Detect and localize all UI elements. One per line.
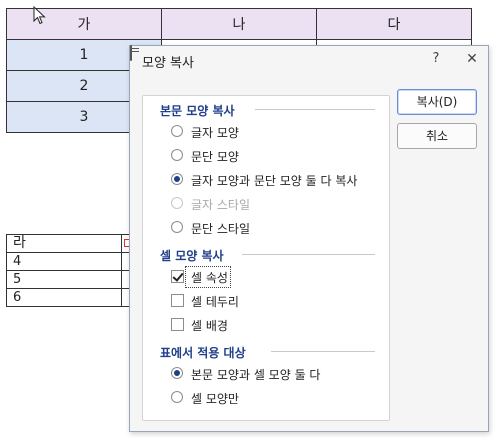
- table-header-cell[interactable]: 라: [6, 234, 122, 253]
- option-label: 문단 스타일: [191, 222, 251, 236]
- option-label: 글자 모양: [191, 126, 239, 140]
- radio-button[interactable]: [171, 221, 183, 233]
- radio-button-disabled: [171, 197, 183, 209]
- table-cell[interactable]: 5: [6, 270, 122, 289]
- checkbox[interactable]: [171, 294, 184, 307]
- radio-button[interactable]: [171, 125, 183, 137]
- section-title-body-copy: 본문 모양 복사: [160, 104, 235, 118]
- option-label: 문단 모양: [191, 150, 239, 164]
- checkbox[interactable]: [171, 318, 184, 331]
- option-label: 본문 모양과 셀 모양 둘 다: [191, 368, 321, 382]
- memo-icon[interactable]: [130, 45, 132, 61]
- section-title-cell-copy: 셀 모양 복사: [160, 249, 224, 263]
- close-button[interactable]: ✕: [464, 51, 480, 67]
- table-cell[interactable]: 6: [6, 288, 122, 307]
- table-header-cell[interactable]: 나: [161, 8, 317, 40]
- section-divider: [271, 351, 375, 352]
- mouse-cursor-icon: [33, 6, 46, 25]
- copy-button[interactable]: 복사(D): [397, 89, 477, 115]
- option-label: 글자 모양과 문단 모양 둘 다 복사: [191, 174, 358, 188]
- checkbox-checked[interactable]: [171, 270, 184, 283]
- dialog-title: 모양 복사: [142, 56, 194, 71]
- section-title-table-apply: 표에서 적용 대상: [160, 346, 246, 360]
- option-label: 글자 스타일: [191, 198, 251, 212]
- table-header-cell[interactable]: 가: [6, 8, 162, 40]
- section-divider: [255, 109, 375, 110]
- radio-button-selected[interactable]: [171, 367, 183, 379]
- option-label: 셀 속성: [191, 271, 228, 285]
- section-divider: [242, 254, 375, 255]
- radio-button-selected[interactable]: [171, 173, 183, 185]
- cancel-button[interactable]: 취소: [397, 123, 477, 149]
- document-table-2: 라 4 5 6: [6, 234, 137, 307]
- option-label: 셀 배경: [191, 319, 228, 333]
- options-panel: 본문 모양 복사 글자 모양 문단 모양 글자 모양과 문단 모양 둘 다 복사…: [142, 95, 390, 421]
- option-label: 셀 테두리: [191, 295, 239, 309]
- shape-copy-dialog: 모양 복사 ? ✕ 본문 모양 복사 글자 모양 문단 모양 글자 모양과 문단…: [129, 45, 489, 432]
- table-header-cell[interactable]: 다: [316, 8, 472, 40]
- option-label: 셀 모양만: [191, 392, 239, 406]
- dialog-titlebar[interactable]: 모양 복사 ? ✕: [130, 45, 488, 74]
- help-button[interactable]: ?: [428, 51, 444, 67]
- table-cell[interactable]: 4: [6, 252, 122, 271]
- radio-button[interactable]: [171, 149, 183, 161]
- radio-button[interactable]: [171, 391, 183, 403]
